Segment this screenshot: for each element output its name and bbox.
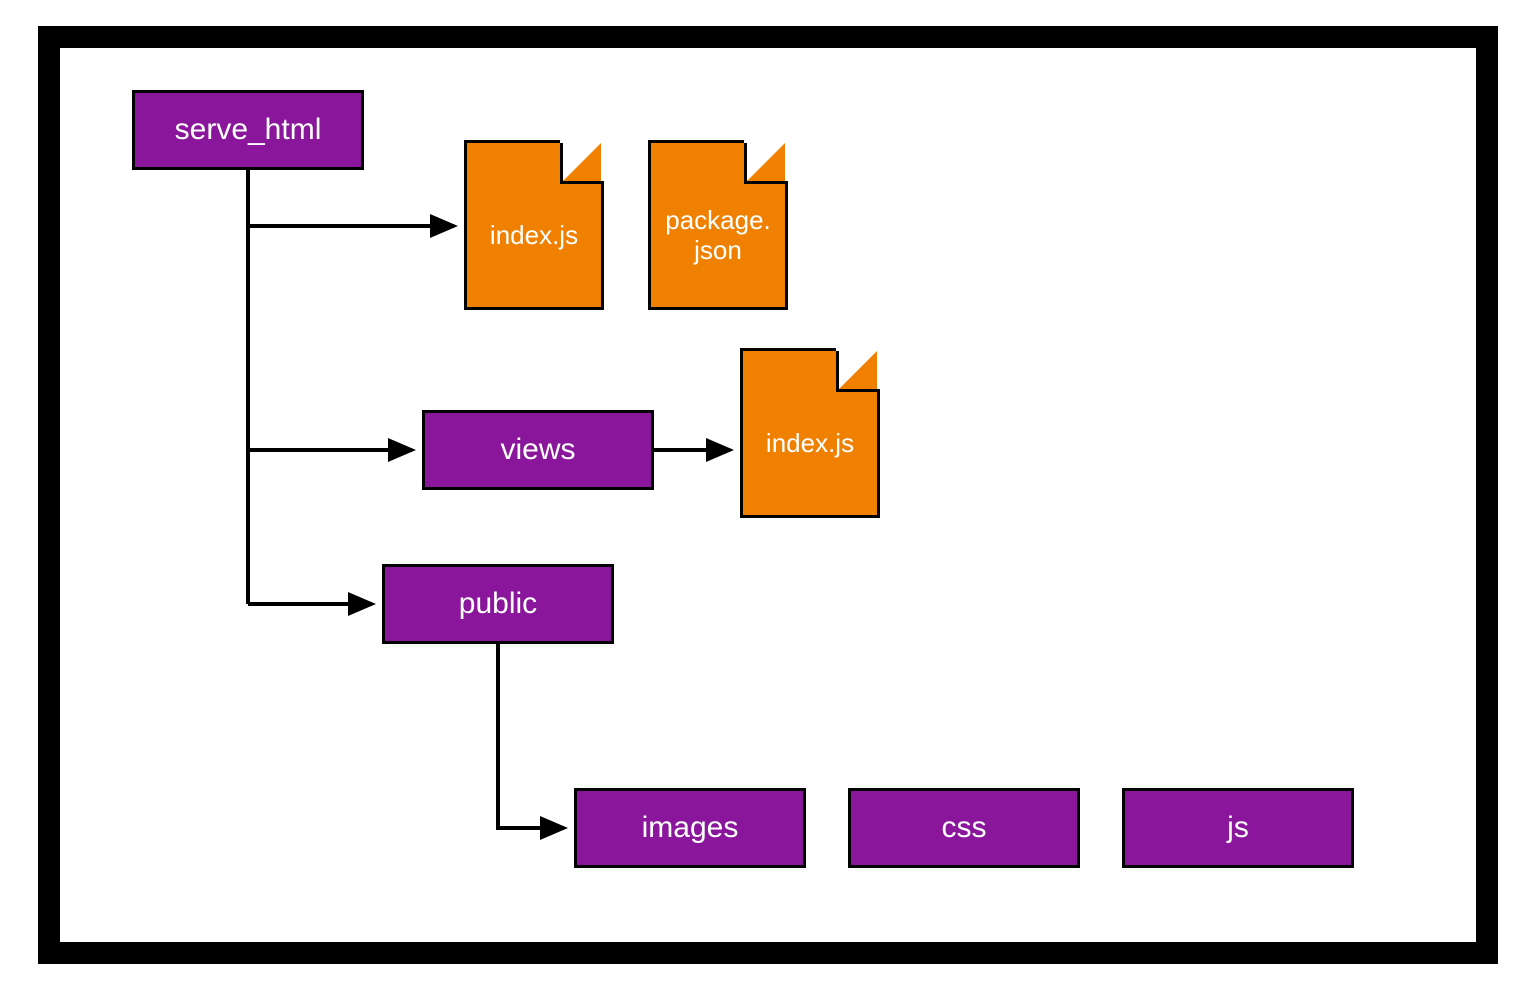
folder-label: css (942, 811, 987, 845)
file-package-json: package. json (648, 140, 788, 310)
file-fold-icon (560, 140, 604, 184)
file-label: index.js (490, 221, 578, 251)
folder-images: images (574, 788, 806, 868)
file-index-js-views: index.js (740, 348, 880, 518)
folder-serve-html: serve_html (132, 90, 364, 170)
folder-label: images (642, 811, 739, 845)
folder-label: serve_html (175, 113, 322, 147)
folder-js: js (1122, 788, 1354, 868)
folder-label: js (1227, 811, 1249, 845)
diagram-canvas: serve_html index.js package. json views … (60, 48, 1476, 942)
folder-label: public (459, 587, 537, 621)
folder-css: css (848, 788, 1080, 868)
folder-label: views (500, 433, 575, 467)
folder-public: public (382, 564, 614, 644)
file-index-js-root: index.js (464, 140, 604, 310)
file-label: index.js (766, 429, 854, 459)
file-label: package. json (665, 206, 771, 266)
folder-views: views (422, 410, 654, 490)
file-fold-icon (836, 348, 880, 392)
diagram-frame: serve_html index.js package. json views … (38, 26, 1498, 964)
file-fold-icon (744, 140, 788, 184)
